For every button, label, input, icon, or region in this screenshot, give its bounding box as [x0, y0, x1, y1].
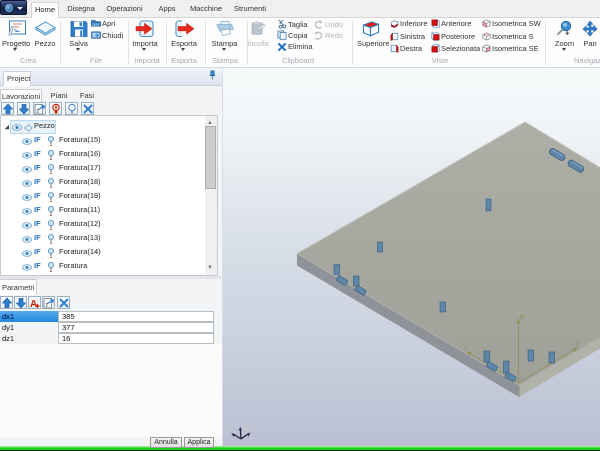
svg-text:z: z [238, 418, 241, 424]
svg-text:y: y [250, 425, 253, 431]
svg-text:x: x [228, 426, 231, 432]
svg-text:A: A [30, 299, 37, 309]
